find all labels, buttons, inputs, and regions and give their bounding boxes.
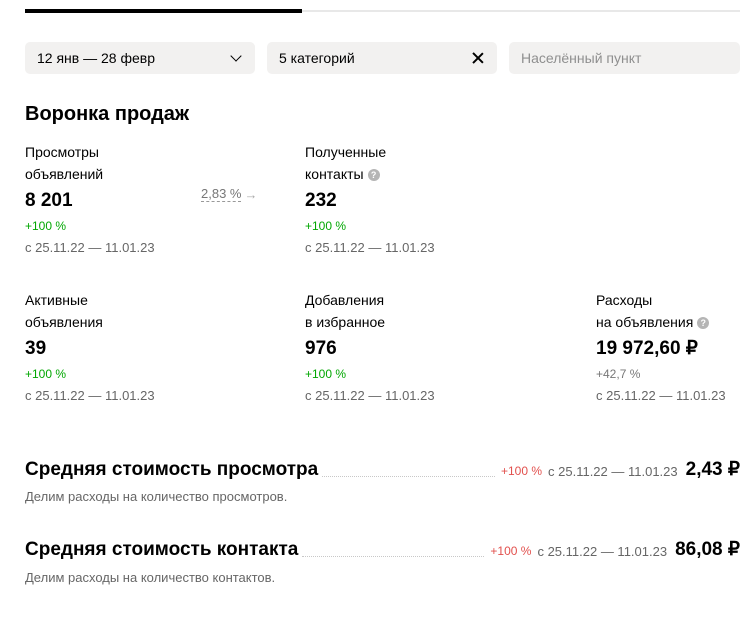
arrow-right-icon: →	[244, 186, 258, 202]
cost-per-view-period: с 25.11.22 — 11.01.23	[548, 464, 678, 479]
conversion-value: 2,83 %	[201, 186, 242, 202]
metric-label-line: контакты?	[305, 163, 455, 185]
metric-active-ads: Активные объявления 39 +100 % с 25.11.22…	[25, 289, 175, 403]
city-input[interactable]	[521, 50, 728, 66]
metric-value: 19 972,60 ₽	[596, 338, 698, 359]
question-circle-icon[interactable]: ?	[367, 169, 380, 182]
cost-per-view-delta: +100 %	[500, 464, 543, 478]
cost-per-view-row: Средняя стоимость просмотра +100 % с 25.…	[25, 457, 740, 481]
metric-delta: +100 %	[25, 367, 67, 381]
metric-contacts: Полученные контакты? 232 +100 % с 25.11.…	[305, 141, 455, 255]
metric-label-line: Просмотры	[25, 144, 99, 160]
metric-label: Расходы на объявления?	[596, 289, 746, 333]
metric-label-line: Полученные	[305, 144, 387, 160]
category-select[interactable]: 5 категорий	[267, 42, 497, 74]
date-range-value: 12 янв — 28 февр	[37, 50, 155, 66]
question-circle-icon[interactable]: ?	[697, 317, 710, 330]
cost-per-contact-row: Средняя стоимость контакта +100 % с 25.1…	[25, 537, 740, 561]
active-tab-indicator[interactable]	[25, 9, 302, 13]
metric-period: с 25.11.22 — 11.01.23	[305, 388, 435, 403]
metric-value: 976	[305, 338, 337, 359]
metric-period: с 25.11.22 — 11.01.23	[25, 388, 155, 403]
metric-label-line: на объявления?	[596, 311, 746, 333]
metric-period: с 25.11.22 — 11.01.23	[596, 388, 726, 403]
metric-label-line: объявлений	[25, 166, 104, 182]
metric-label-line: Активные	[25, 292, 88, 308]
tab-strip	[25, 9, 740, 13]
cost-per-contact-amount: 86,08 ₽	[675, 539, 740, 560]
metric-delta: +100 %	[305, 219, 347, 233]
metric-label-line: объявления	[25, 314, 103, 330]
metric-views: Просмотры объявлений 8 201 +100 % с 25.1…	[25, 141, 175, 255]
funnel-title: Воронка продаж	[25, 103, 190, 125]
metric-label-line: Расходы	[596, 292, 653, 308]
metric-label-line: в избранное	[305, 314, 386, 330]
date-range-select[interactable]: 12 янв — 28 февр	[25, 42, 255, 74]
metric-value: 8 201	[25, 190, 73, 211]
cost-per-view-description: Делим расходы на количество просмотров.	[25, 489, 288, 504]
metric-value: 39	[25, 338, 47, 359]
cost-per-contact-description: Делим расходы на количество контактов.	[25, 570, 276, 585]
conversion-rate[interactable]: 2,83 % →	[201, 186, 257, 202]
metric-label: Добавления в избранное	[305, 289, 455, 333]
metric-label: Полученные контакты?	[305, 141, 455, 185]
chevron-down-icon[interactable]	[229, 50, 243, 65]
metric-label: Просмотры объявлений	[25, 141, 175, 185]
category-value: 5 категорий	[279, 50, 355, 66]
metric-favorites: Добавления в избранное 976 +100 % с 25.1…	[305, 289, 455, 403]
metric-delta: +42,7 %	[596, 367, 641, 381]
cost-per-contact-title: Средняя стоимость контакта	[25, 539, 299, 560]
metric-label: Активные объявления	[25, 289, 175, 333]
metric-label-text: на объявления	[596, 314, 694, 330]
close-icon[interactable]	[471, 51, 485, 65]
cost-per-view-amount: 2,43 ₽	[685, 459, 740, 480]
metric-period: с 25.11.22 — 11.01.23	[25, 240, 155, 255]
dotted-leader	[302, 556, 485, 557]
metric-period: с 25.11.22 — 11.01.23	[305, 240, 435, 255]
metric-label-text: контакты	[305, 166, 364, 182]
metric-label-line: Добавления	[305, 292, 385, 308]
metric-delta: +100 %	[25, 219, 67, 233]
metric-expenses: Расходы на объявления? 19 972,60 ₽ +42,7…	[596, 289, 746, 403]
dotted-leader	[322, 476, 495, 477]
metric-delta: +100 %	[305, 367, 347, 381]
cost-per-contact-period: с 25.11.22 — 11.01.23	[537, 544, 668, 559]
metric-value: 232	[305, 190, 337, 211]
cost-per-contact-delta: +100 %	[490, 544, 532, 558]
city-field[interactable]	[509, 42, 740, 74]
cost-per-view-title: Средняя стоимость просмотра	[25, 459, 319, 480]
